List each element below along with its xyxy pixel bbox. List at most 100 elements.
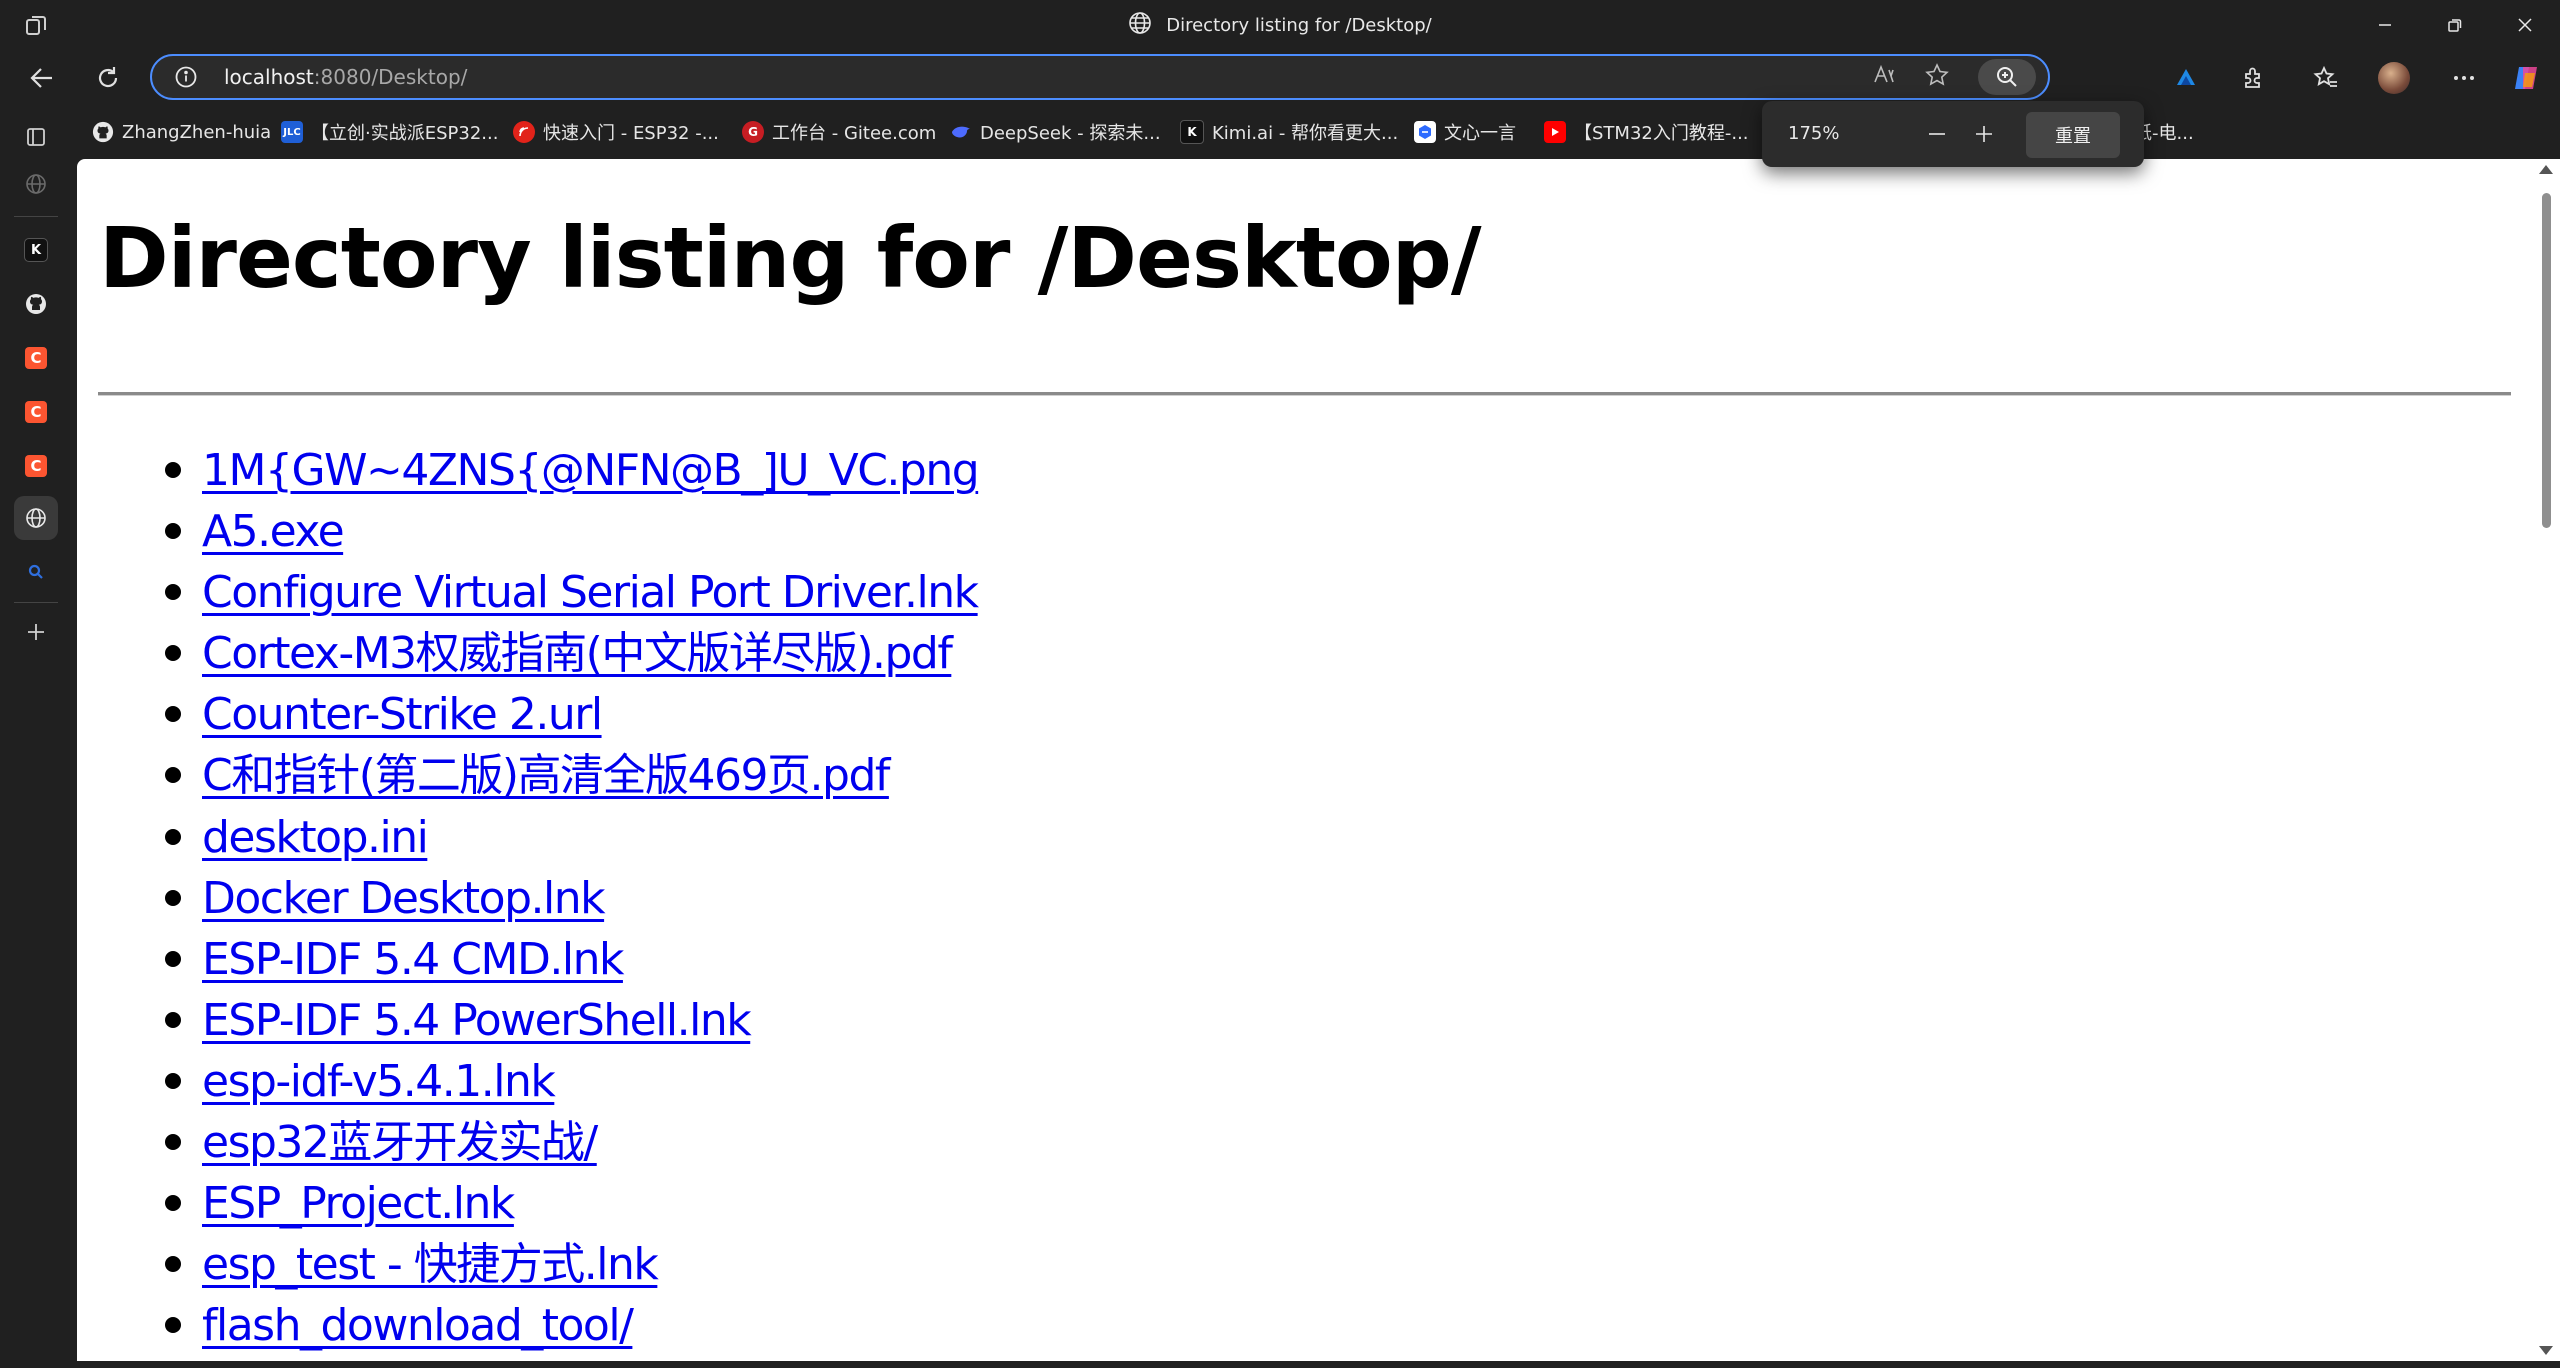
file-link[interactable]: ESP-IDF 5.4 PowerShell.lnk (202, 995, 752, 1046)
bookmark-deepseek[interactable]: DeepSeek - 探索未... (950, 118, 1161, 146)
url-path: :8080/Desktop/ (313, 65, 468, 89)
scroll-up-arrow-icon[interactable] (2539, 165, 2553, 174)
favorite-star-icon[interactable] (1924, 62, 1950, 92)
file-link[interactable]: C和指针(第二版)高清全版469页.pdf (202, 750, 890, 801)
file-link[interactable]: Docker Desktop.lnk (202, 873, 606, 924)
zoom-reset-button[interactable]: 重置 (2026, 112, 2120, 158)
minimize-button[interactable] (2350, 0, 2420, 50)
file-link[interactable]: ESP-IDF 5.4 CMD.lnk (202, 934, 624, 985)
bookmark-label: 快速入门 - ESP32 -... (543, 123, 719, 144)
vertical-tab-globe-dim[interactable] (14, 162, 58, 206)
divider (98, 392, 2511, 396)
zoom-level: 175% (1788, 123, 1840, 144)
close-button[interactable] (2490, 0, 2560, 50)
file-link[interactable]: A5.exe (202, 506, 345, 557)
github-icon (92, 121, 114, 143)
file-link[interactable]: 1M{GW~4ZNS{@NFN@B_]U_VC.png (202, 445, 980, 496)
list-item: Counter-Strike 2.url (77, 684, 978, 745)
file-link[interactable]: desktop.ini (202, 812, 429, 863)
bookmark-jlc[interactable]: JLC 【立创·实战派ESP32... (281, 118, 498, 146)
file-link[interactable]: Counter-Strike 2.url (202, 689, 603, 740)
vertical-tab-github[interactable] (14, 282, 58, 326)
back-button[interactable] (22, 58, 62, 98)
list-item: flash_download_tool/ (77, 1295, 978, 1356)
list-item: C和指针(第二版)高清全版469页.pdf (77, 745, 978, 806)
window-title: Directory listing for /Desktop/ (1166, 14, 1432, 36)
profile-avatar[interactable] (2378, 62, 2410, 94)
window-title-area: Directory listing for /Desktop/ (0, 0, 2560, 50)
bookmark-label: Kimi.ai - 帮你看更大... (1212, 123, 1399, 144)
copilot-icon[interactable] (2510, 62, 2542, 94)
read-aloud-icon[interactable] (1872, 62, 1898, 92)
file-link[interactable]: esp_test - 快捷方式.lnk (202, 1239, 659, 1290)
list-item: Cortex-M3权威指南(中文版详尽版).pdf (77, 623, 978, 684)
list-item: desktop.ini (77, 807, 978, 868)
vertical-tab-csdn-1[interactable]: C (14, 336, 58, 380)
list-item: ESP-IDF 5.4 CMD.lnk (77, 929, 978, 990)
address-bar[interactable]: localhost:8080/Desktop/ (150, 54, 2050, 100)
list-item: A5.exe (77, 501, 978, 562)
title-bar: Directory listing for /Desktop/ (0, 0, 2560, 50)
extension-blue-icon[interactable] (2170, 62, 2202, 94)
zoom-out-button[interactable] (1920, 117, 1954, 151)
list-item: esp32蓝牙开发实战/ (77, 1112, 978, 1173)
bookmark-label: 工作台 - Gitee.com (772, 123, 937, 144)
bookmark-espressif[interactable]: 快速入门 - ESP32 -... (513, 118, 719, 146)
file-link[interactable]: Configure Virtual Serial Port Driver.lnk (202, 567, 979, 618)
tab-actions-icon[interactable] (14, 115, 58, 159)
list-item: Configure Virtual Serial Port Driver.lnk (77, 562, 979, 623)
favorites-icon[interactable] (2310, 62, 2342, 94)
zoom-popup: 175% 重置 (1762, 101, 2144, 167)
more-options-icon[interactable] (2448, 62, 2480, 94)
list-item: esp-idf-v5.4.1.lnk (77, 1051, 978, 1112)
bookmark-github[interactable]: ZhangZhen-huia (92, 118, 271, 146)
vertical-tab-search[interactable] (14, 550, 58, 594)
espressif-icon (513, 121, 535, 143)
bookmarks-bar: ZhangZhen-huia JLC 【立创·实战派ESP32... 快速入门 … (74, 112, 2560, 152)
new-tab-plus-icon[interactable] (14, 610, 58, 654)
zoom-indicator-button[interactable] (1978, 59, 2036, 95)
list-item: esp_test - 快捷方式.lnk (77, 1234, 978, 1295)
gitee-icon: G (742, 121, 764, 143)
scrollbar-thumb[interactable] (2542, 193, 2551, 528)
file-link[interactable]: ESP_Project.lnk (202, 1178, 515, 1229)
bookmark-label: DeepSeek - 探索未... (980, 123, 1161, 144)
list-item: 1M{GW~4ZNS{@NFN@B_]U_VC.png (77, 440, 980, 501)
vertical-tab-csdn-3[interactable]: C (14, 444, 58, 488)
toolbar: localhost:8080/Desktop/ (0, 50, 2560, 106)
bookmark-label: 文心一言 (1444, 123, 1516, 144)
vertical-scrollbar[interactable] (2532, 159, 2560, 1361)
file-list: 1M{GW~4ZNS{@NFN@B_]U_VC.png A5.exe Confi… (77, 440, 980, 1356)
refresh-button[interactable] (88, 58, 128, 98)
vertical-tab-active-globe[interactable] (14, 496, 58, 540)
file-link[interactable]: esp32蓝牙开发实战/ (202, 1117, 598, 1168)
page-content: Directory listing for /Desktop/ 1M{GW~4Z… (77, 159, 2532, 1361)
deepseek-icon (950, 121, 972, 143)
list-item: Docker Desktop.lnk (77, 868, 978, 929)
vertical-tab-csdn-2[interactable]: C (14, 390, 58, 434)
zoom-in-button[interactable] (1967, 117, 2001, 151)
globe-icon (1128, 11, 1152, 40)
url-host: localhost (224, 65, 314, 89)
jlc-icon: JLC (281, 121, 303, 143)
bookmark-stm32[interactable]: 【STM32入门教程-... (1544, 118, 1749, 146)
bookmark-label: 【立创·实战派ESP32... (311, 123, 499, 144)
bookmark-gitee[interactable]: G 工作台 - Gitee.com (742, 118, 936, 146)
scroll-down-arrow-icon[interactable] (2539, 1346, 2553, 1355)
list-item: ESP-IDF 5.4 PowerShell.lnk (77, 990, 978, 1051)
bookmark-label: 【STM32入门教程-... (1574, 123, 1749, 144)
kimi-icon: K (1180, 120, 1204, 144)
restore-button[interactable] (2420, 0, 2490, 50)
youtube-icon (1544, 121, 1566, 143)
file-link[interactable]: Cortex-M3权威指南(中文版详尽版).pdf (202, 628, 953, 679)
url-text[interactable]: localhost:8080/Desktop/ (224, 56, 467, 98)
bookmark-wenxin[interactable]: 文心一言 (1414, 118, 1516, 146)
site-info-icon[interactable] (174, 65, 198, 89)
extensions-icon[interactable] (2237, 62, 2269, 94)
bookmark-label: ZhangZhen-huia (122, 121, 272, 143)
bookmark-kimi[interactable]: K Kimi.ai - 帮你看更大... (1180, 118, 1398, 146)
vertical-tab-kimi[interactable]: K (14, 228, 58, 272)
file-link[interactable]: flash_download_tool/ (202, 1300, 634, 1351)
file-link[interactable]: esp-idf-v5.4.1.lnk (202, 1056, 556, 1107)
wenxin-icon (1414, 121, 1436, 143)
